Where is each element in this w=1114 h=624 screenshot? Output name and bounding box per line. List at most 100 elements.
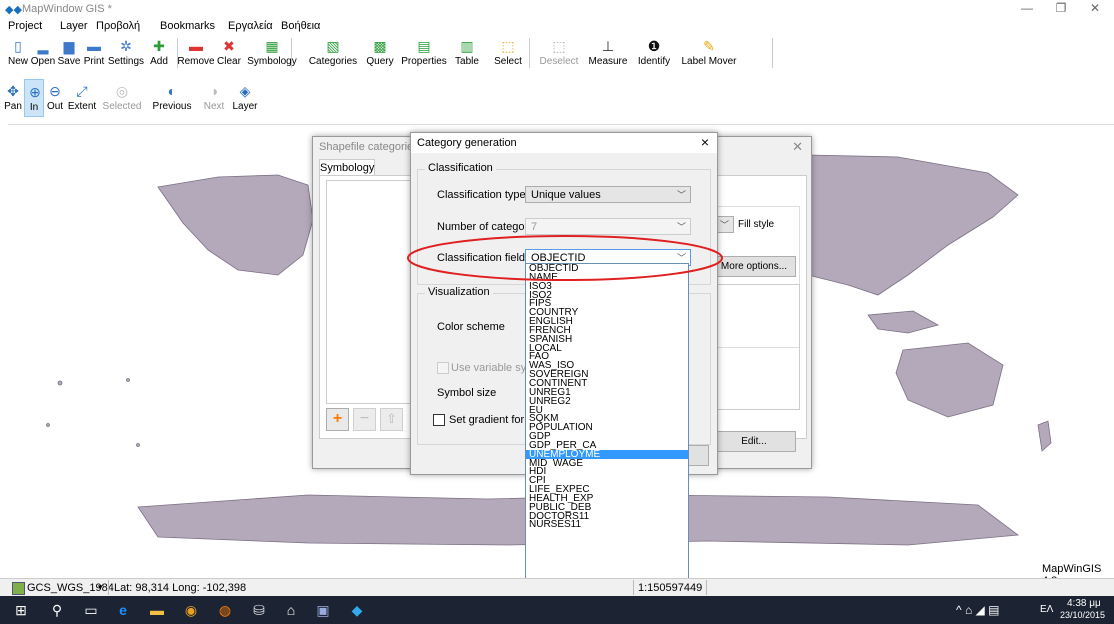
dropdown-option[interactable]: COUNTRY — [526, 308, 688, 317]
dropdown-option[interactable]: FIPS — [526, 299, 688, 308]
dropdown-option[interactable]: MID_WAGE — [526, 459, 688, 468]
dropdown-option[interactable]: NURSES11 — [526, 520, 688, 529]
toolbar-separator — [529, 38, 530, 68]
toolbar-button-deselect[interactable]: ⬚ Deselect — [534, 34, 584, 72]
toolbar-button-query[interactable]: ▩ Query — [364, 34, 396, 72]
dropdown-option[interactable]: SOVEREIGN — [526, 370, 688, 379]
language-indicator[interactable]: ΕΛ — [1040, 604, 1053, 615]
dropdown-option[interactable]: SQKM — [526, 414, 688, 423]
toolbar-button-new[interactable]: ▯ New — [6, 34, 30, 72]
move-up-button[interactable]: ⇧ — [380, 408, 403, 431]
toolbar-button-pan[interactable]: ✥ Pan — [2, 79, 24, 117]
close-button[interactable]: ✕ — [1080, 1, 1110, 17]
toolbar-button-save[interactable]: ▆ Save — [56, 34, 82, 72]
menu-item-bookmarks[interactable]: Bookmarks — [160, 20, 215, 32]
dropdown-option[interactable]: HEALTH_EXP — [526, 494, 688, 503]
dropdown-option[interactable]: LIFE_EXPEC — [526, 485, 688, 494]
dropdown-option[interactable]: WAS_ISO — [526, 361, 688, 370]
toolbar-button-add[interactable]: ✚ Add — [146, 34, 172, 72]
tab-symbology[interactable]: Symbology — [319, 159, 375, 176]
toolbar-button-measure[interactable]: ⊥ Measure — [584, 34, 632, 72]
toolbar-label: Print — [83, 56, 105, 67]
dropdown-option[interactable]: UNREG1 — [526, 388, 688, 397]
dropdown-option[interactable]: FRENCH — [526, 326, 688, 335]
menu-item-item-5[interactable]: Βοήθεια — [281, 20, 320, 32]
dropdown-option[interactable]: HDI — [526, 467, 688, 476]
windows-start-icon[interactable]: ⊞ — [10, 600, 32, 620]
search-icon[interactable]: ⚲ — [46, 600, 68, 620]
dropdown-option[interactable]: UNREG2 — [526, 397, 688, 406]
dropdown-option[interactable]: GDP_PER_CA — [526, 441, 688, 450]
toolbar-button-layer[interactable]: ◈ Layer — [230, 79, 260, 117]
dropdown-option[interactable]: ISO2 — [526, 291, 688, 300]
toolbar-button-select[interactable]: ⬚ Select — [484, 34, 532, 72]
gradient-checkbox[interactable] — [433, 414, 445, 426]
app-icon[interactable]: ▣ — [312, 600, 334, 620]
use-variable-checkbox[interactable] — [437, 362, 449, 374]
close-icon[interactable]: ✕ — [792, 139, 803, 155]
remove-layer-icon: ▬ — [189, 38, 203, 54]
toolbar-button-categories[interactable]: ▧ Categories — [304, 34, 362, 72]
home-icon[interactable]: ⌂ — [280, 600, 302, 620]
dropdown-option[interactable]: ENGLISH — [526, 317, 688, 326]
add-layer-icon: ✚ — [153, 38, 165, 54]
dropdown-option[interactable]: POPULATION — [526, 423, 688, 432]
zoom-layer-icon: ◈ — [239, 83, 251, 99]
toolbar-label: Symbology — [247, 56, 297, 67]
minimize-button[interactable]: — — [1012, 1, 1042, 17]
menu-bar: Project Layer Προβολή Bookmarks Εργαλεία Βοήθ… — [0, 18, 1114, 34]
landmass-north-america — [157, 174, 314, 276]
classification-type-combo[interactable]: Unique values ﹀ — [525, 186, 691, 203]
menu-item-layer[interactable]: Layer — [60, 20, 88, 32]
menu-item-item-4[interactable]: Εργαλεία — [228, 20, 273, 32]
toolbar-button-remove[interactable]: ▬ Remove — [176, 34, 216, 72]
toolbar-button-table[interactable]: ▥ Table — [452, 34, 482, 72]
chrome-icon[interactable]: ◉ — [180, 600, 202, 620]
chevron-down-icon[interactable]: ▾ — [98, 582, 103, 593]
category-list[interactable] — [326, 180, 412, 404]
toolbar-button-settings[interactable]: ✲ Settings — [106, 34, 146, 72]
tray-icons[interactable]: ^ ⌂ ◢ ▤ — [956, 603, 999, 617]
dropdown-option[interactable]: FAO — [526, 352, 688, 361]
maximize-button[interactable]: ❐ — [1046, 1, 1076, 17]
dropdown-option[interactable]: UNEMPLOYME — [526, 449, 688, 459]
toolbar-button-clear[interactable]: ✖ Clear — [216, 34, 242, 72]
close-icon[interactable]: × — [701, 134, 709, 150]
menu-item-item-2[interactable]: Προβολή — [96, 20, 140, 32]
toolbar-button-open[interactable]: ▂ Open — [30, 34, 56, 72]
toolbar-button-extent[interactable]: ⤢ Extent — [66, 79, 98, 117]
mapwindow-taskbar-icon[interactable]: ◆ — [346, 600, 368, 620]
dropdown-option[interactable]: DOCTORS11 — [526, 512, 688, 521]
print-icon: ▬ — [87, 38, 101, 54]
edit-button[interactable]: Edit... — [712, 431, 796, 452]
dropdown-option[interactable]: PUBLIC_DEB — [526, 503, 688, 512]
toolbar-button-symbology[interactable]: ▦ Symbology — [242, 34, 302, 72]
task-view-icon[interactable]: ▭ — [80, 600, 102, 620]
dropdown-option[interactable]: GDP — [526, 432, 688, 441]
toolbar-button-next[interactable]: ◑ Next — [200, 79, 228, 117]
toolbar-button-in[interactable]: ⊕ In — [24, 79, 44, 117]
toolbar-label: Settings — [107, 56, 145, 67]
add-category-button[interactable]: + — [326, 408, 349, 431]
edge-browser-icon[interactable]: e — [112, 600, 134, 620]
remove-category-button[interactable]: − — [353, 408, 376, 431]
store-icon[interactable]: ⛁ — [248, 600, 270, 620]
toolbar-button-print[interactable]: ▬ Print — [82, 34, 106, 72]
toolbar-button-identify[interactable]: ❶ Identify — [632, 34, 676, 72]
file-explorer-icon[interactable]: ▬ — [146, 600, 168, 620]
toolbar-button-selected[interactable]: ◎ Selected — [100, 79, 144, 117]
toolbar-label: Remove — [177, 56, 215, 67]
dropdown-option[interactable]: LOCAL — [526, 344, 688, 353]
menu-item-project[interactable]: Project — [8, 20, 42, 32]
toolbar-button-properties[interactable]: ▤ Properties — [398, 34, 450, 72]
dropdown-option[interactable]: EU — [526, 406, 688, 415]
toolbar-button-out[interactable]: ⊖ Out — [44, 79, 66, 117]
dropdown-option[interactable]: CONTINENT — [526, 379, 688, 388]
toolbar-button-previous[interactable]: ◐ Previous — [146, 79, 198, 117]
classification-field-dropdown[interactable]: OBJECTID NAME ISO3 ISO2 FIPS COUNTRY ENGLISH FR… — [525, 263, 689, 581]
dropdown-option[interactable]: CPI — [526, 476, 688, 485]
dropdown-option[interactable]: SPANISH — [526, 335, 688, 344]
label-mover-icon: ✎ — [703, 38, 715, 54]
toolbar-button-label-mover[interactable]: ✎ Label Mover — [678, 34, 740, 72]
firefox-icon[interactable]: ◍ — [214, 600, 236, 620]
